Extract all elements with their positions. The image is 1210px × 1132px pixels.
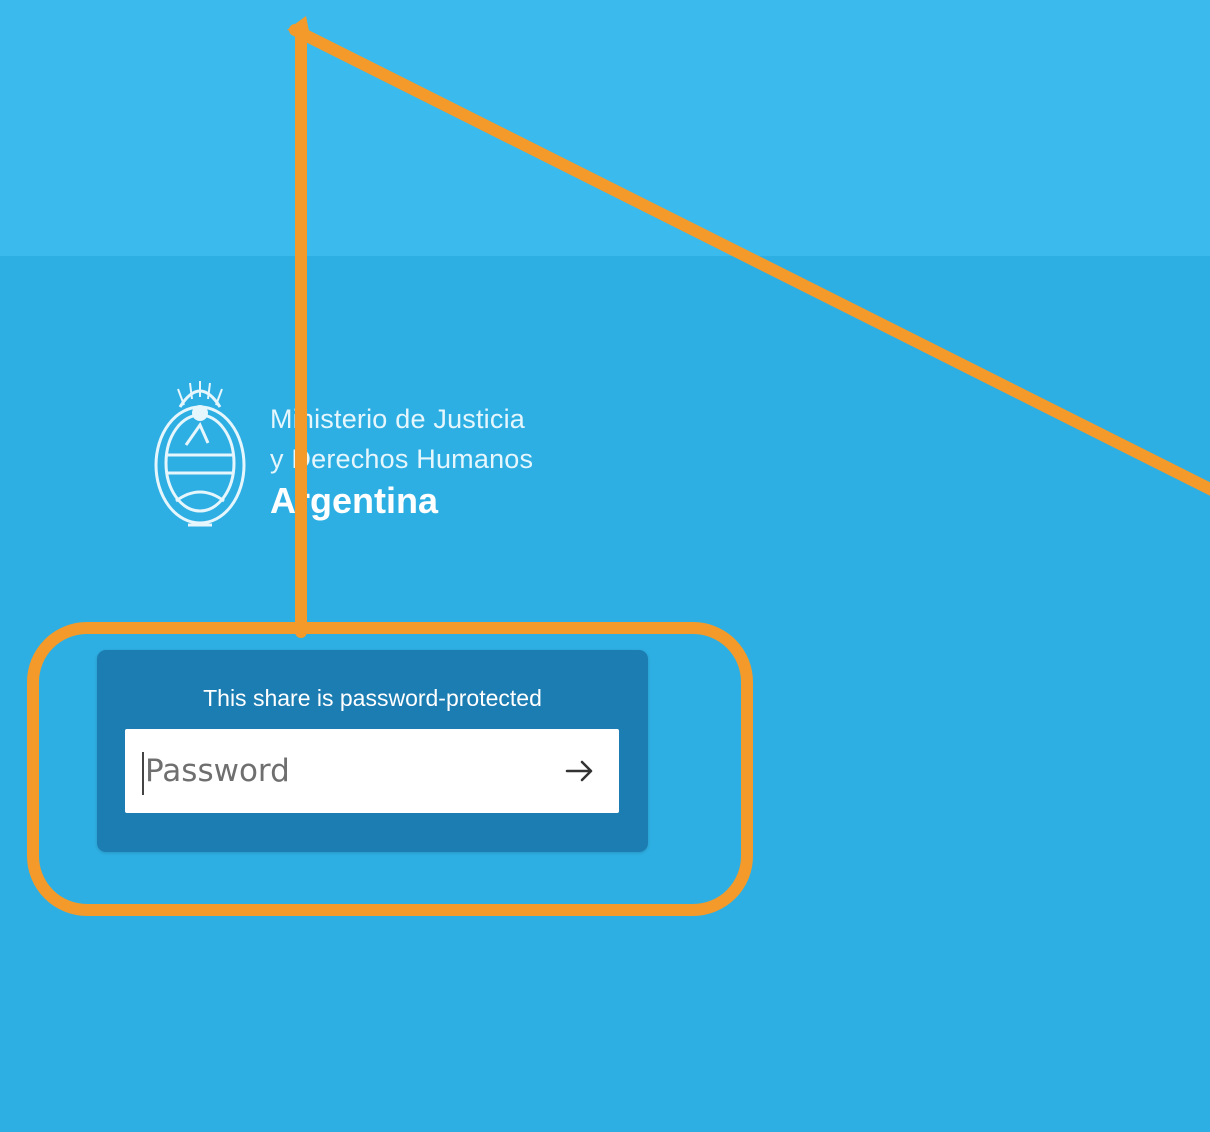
password-input[interactable]	[145, 745, 525, 797]
password-field	[125, 729, 619, 813]
country-name: Argentina	[270, 480, 439, 521]
submit-password-button[interactable]	[555, 747, 603, 795]
share-protected-title: This share is password-protected	[203, 685, 542, 711]
ministry-name: Ministerio de Justicia y Derechos Humano…	[270, 399, 533, 523]
ministry-logo: Ministerio de Justicia y Derechos Humano…	[150, 375, 610, 535]
argentina-coat-of-arms-icon	[154, 381, 246, 527]
ministry-line-1: Ministerio de Justicia	[270, 404, 525, 434]
text-caret	[142, 752, 144, 795]
arrow-right-icon	[565, 760, 593, 782]
header-band	[0, 0, 1210, 256]
ministry-line-2: y Derechos Humanos	[270, 444, 534, 474]
password-card: This share is password-protected	[97, 650, 648, 852]
